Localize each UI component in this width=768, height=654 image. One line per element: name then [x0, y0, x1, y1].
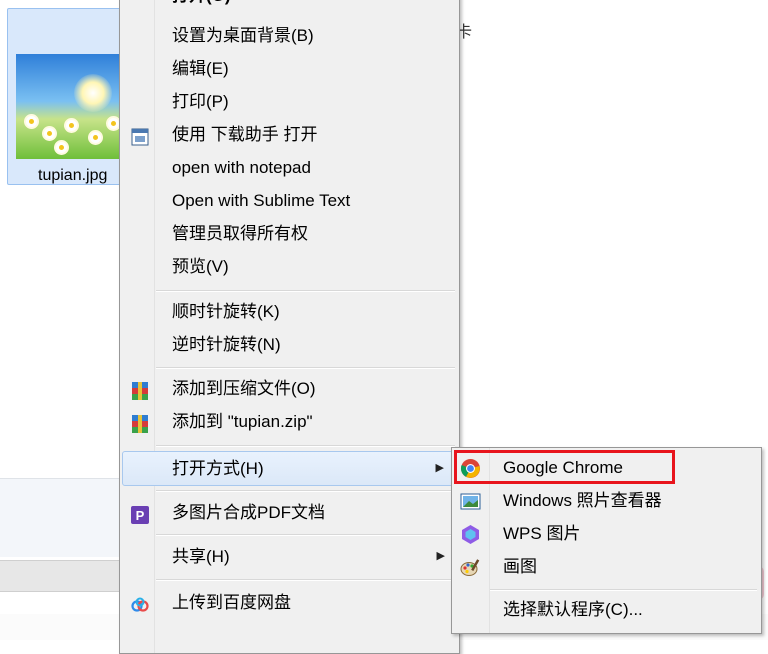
- menu-item-share[interactable]: 共享(H) ▶: [122, 540, 457, 573]
- download-assistant-icon: [130, 125, 150, 146]
- submenu-separator: [490, 589, 757, 591]
- menu-item-label: 上传到百度网盘: [172, 593, 291, 612]
- menu-item-label: 打印(P): [172, 92, 229, 111]
- flower-graphic: [26, 116, 37, 127]
- submenu-item-photo-viewer[interactable]: Windows 照片查看器: [454, 484, 759, 517]
- submenu-arrow-icon: ▶: [435, 462, 444, 474]
- menu-separator: [156, 579, 455, 581]
- menu-item-download-assistant[interactable]: 使用 下载助手 打开: [122, 118, 457, 151]
- svg-text:P: P: [136, 508, 145, 523]
- menu-item-label: 设置为桌面背景(B): [172, 26, 314, 45]
- flower-graphic: [66, 120, 77, 131]
- menu-item-add-archive[interactable]: 添加到压缩文件(O): [122, 372, 457, 405]
- menu-item-label: Open with Sublime Text: [172, 191, 351, 210]
- paint-icon: [460, 556, 481, 577]
- sun-graphic: [74, 74, 112, 112]
- flower-graphic: [44, 128, 55, 139]
- menu-item-add-zip[interactable]: 添加到 "tupian.zip": [122, 405, 457, 438]
- menu-item-label: 顺时针旋转(K): [172, 302, 280, 321]
- menu-item-label: open with notepad: [172, 158, 311, 177]
- wps-image-icon: [460, 523, 481, 544]
- menu-item-print[interactable]: 打印(P): [122, 85, 457, 118]
- file-name: tupian.jpg: [38, 167, 108, 184]
- menu-item-label: 逆时针旋转(N): [172, 335, 281, 354]
- menu-item-label: 打开方式(H): [172, 459, 264, 478]
- submenu-item-label: 画图: [503, 557, 537, 576]
- menu-item-label: 使用 下载助手 打开: [172, 125, 318, 144]
- menu-item-open[interactable]: 打开(O): [122, 0, 457, 12]
- flower-graphic: [108, 118, 119, 129]
- menu-item-baidu-upload[interactable]: 上传到百度网盘: [122, 586, 457, 619]
- context-menu: 打开(O) 设置为桌面背景(B) 编辑(E) 打印(P) 使用 下载助手 打开 …: [119, 0, 460, 654]
- menu-separator: [156, 490, 455, 492]
- menu-separator: [156, 367, 455, 369]
- menu-item-take-ownership[interactable]: 管理员取得所有权: [122, 217, 457, 250]
- menu-item-merge-pdf[interactable]: P 多图片合成PDF文档: [122, 496, 457, 529]
- menu-item-label: 添加到压缩文件(O): [172, 379, 316, 398]
- menu-item-preview[interactable]: 预览(V): [122, 250, 457, 283]
- menu-item-label: 添加到 "tupian.zip": [172, 412, 313, 431]
- menu-item-open-sublime[interactable]: Open with Sublime Text: [122, 184, 457, 217]
- menu-item-set-desktop-bg[interactable]: 设置为桌面背景(B): [122, 19, 457, 52]
- menu-item-label: 预览(V): [172, 257, 229, 276]
- submenu-item-label: Windows 照片查看器: [503, 491, 662, 510]
- menu-item-label: 多图片合成PDF文档: [172, 503, 325, 522]
- background-panel: [0, 478, 120, 557]
- submenu-item-label: WPS 图片: [503, 524, 581, 543]
- submenu-item-wps-image[interactable]: WPS 图片: [454, 517, 759, 550]
- flower-graphic: [90, 132, 101, 143]
- file-item-tupian[interactable]: tupian.jpg: [7, 8, 137, 185]
- submenu-item-paint[interactable]: 画图: [454, 550, 759, 583]
- submenu-arrow-icon: ▶: [436, 550, 445, 562]
- menu-item-open-with[interactable]: 打开方式(H) ▶: [122, 451, 457, 486]
- menu-item-rotate-ccw[interactable]: 逆时针旋转(N): [122, 328, 457, 361]
- background-scrollbar[interactable]: [0, 560, 120, 592]
- winrar-archive-icon: [130, 379, 150, 400]
- baidu-netdisk-icon: [130, 593, 150, 613]
- highlight-annotation: [454, 450, 675, 484]
- menu-item-label: 打开(O): [172, 0, 231, 12]
- photo-viewer-icon: [460, 490, 481, 511]
- menu-item-edit[interactable]: 编辑(E): [122, 52, 457, 85]
- menu-item-label: 编辑(E): [172, 59, 229, 78]
- submenu-item-label: 选择默认程序(C)...: [503, 600, 643, 619]
- menu-item-open-notepad[interactable]: open with notepad: [122, 151, 457, 184]
- flower-graphic: [56, 142, 67, 153]
- menu-item-label: 管理员取得所有权: [172, 224, 308, 243]
- image-thumbnail: [16, 54, 128, 159]
- menu-item-label: 共享(H): [172, 547, 230, 566]
- menu-separator: [156, 445, 455, 447]
- submenu-item-choose-default[interactable]: 选择默认程序(C)...: [454, 593, 759, 626]
- menu-separator: [156, 290, 455, 292]
- menu-separator: [156, 534, 455, 536]
- winrar-archive-icon: [130, 412, 150, 433]
- menu-item-rotate-cw[interactable]: 顺时针旋转(K): [122, 295, 457, 328]
- pdf-merge-icon: P: [130, 503, 150, 524]
